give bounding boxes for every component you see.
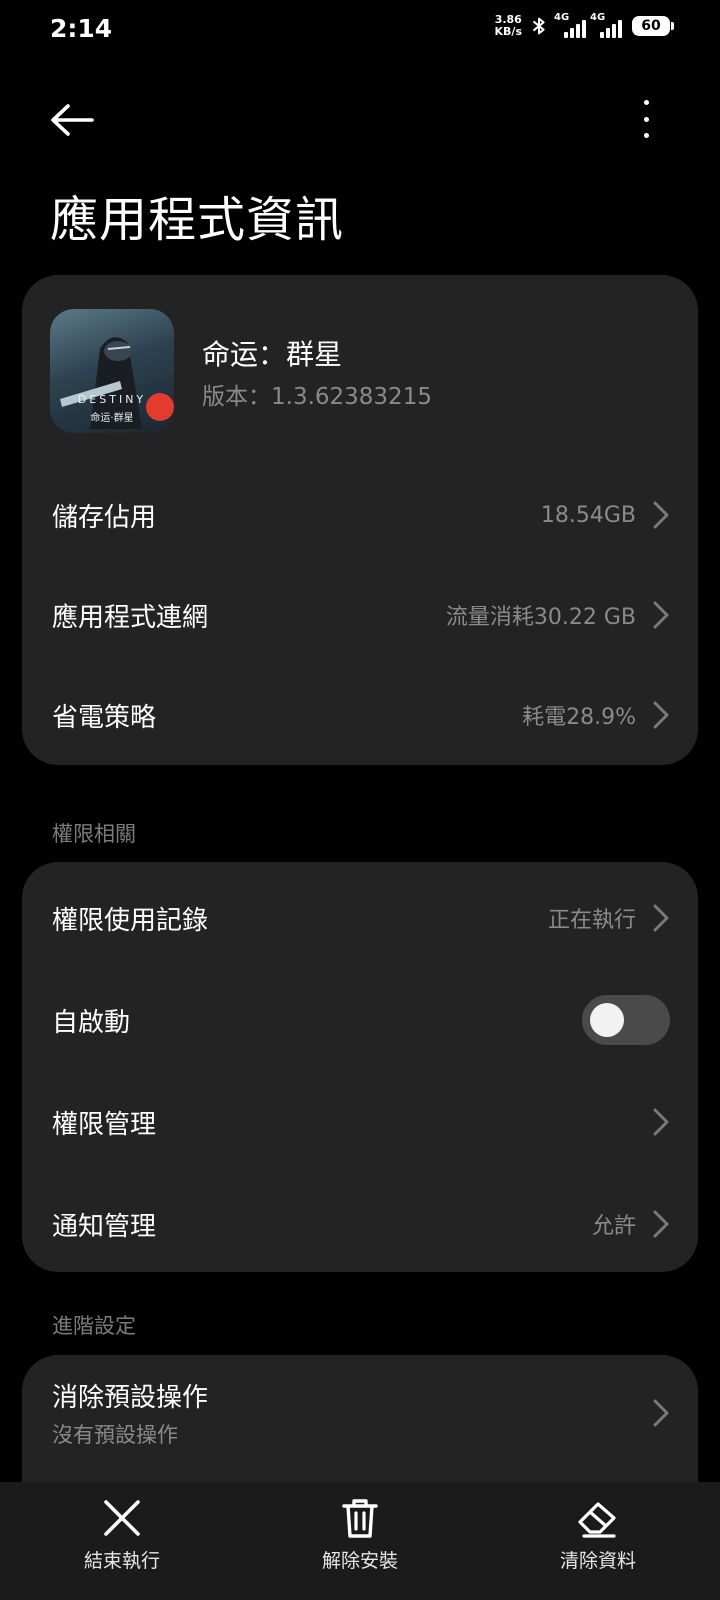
close-icon [104,1500,140,1536]
autostart-toggle[interactable] [582,995,670,1045]
app-icon-text: DESTINY [77,393,147,406]
status-time: 2:14 [50,14,113,43]
battery-saver-value: 耗電28.9% [522,705,636,730]
more-vert-icon[interactable] [636,96,656,142]
network-speed: 3.86 KB/s [495,14,522,38]
chevron-right-icon [653,701,669,729]
permission-manage-label: 權限管理 [52,1109,157,1140]
clear-data-button[interactable]: 清除資料 [518,1496,678,1586]
clear-data-label: 清除資料 [559,1550,636,1572]
permission-history-label: 權限使用記錄 [52,905,209,936]
page-title: 應用程式資訊 [50,192,345,248]
storage-label: 儲存佔用 [52,502,157,533]
bluetooth-icon [532,17,545,35]
permissions-heading: 權限相關 [52,822,136,846]
uninstall-button[interactable]: 解除安裝 [280,1496,440,1586]
force-stop-label: 結束執行 [83,1550,160,1572]
eraser-icon [578,1502,616,1538]
chevron-right-icon [653,501,669,529]
clear-defaults-sublabel: 沒有預設操作 [52,1423,178,1447]
signal-2-label: 4G [590,12,606,23]
network-row[interactable]: 應用程式連網 流量消耗30.22 GB [22,565,698,665]
uninstall-label: 解除安裝 [321,1550,398,1572]
battery-saver-label: 省電策略 [52,702,157,733]
network-label: 應用程式連網 [52,602,209,633]
notification-manage-value: 允許 [591,1214,636,1239]
permission-history-value: 正在執行 [547,908,636,933]
autostart-row: 自啟動 [22,970,698,1070]
permission-history-row[interactable]: 權限使用記錄 正在執行 [22,868,698,968]
app-version: 版本：1.3.62383215 [202,384,432,410]
signal-1-label: 4G [554,12,570,23]
arrow-left-icon[interactable] [46,98,98,142]
bottom-action-bar: 結束執行 解除安裝 清除資料 [0,1482,720,1600]
storage-value: 18.54GB [540,502,636,528]
trash-icon [342,1499,378,1538]
battery-saver-row[interactable]: 省電策略 耗電28.9% [22,665,698,765]
notification-manage-label: 通知管理 [52,1211,157,1242]
top-app-bar [0,90,720,150]
toggle-knob [590,1003,624,1037]
force-stop-button[interactable]: 結束執行 [42,1496,202,1586]
chevron-right-icon [653,1108,669,1136]
chevron-right-icon [653,1399,669,1427]
app-icon: DESTINY 命运·群星 [50,309,174,433]
app-info-card: DESTINY 命运·群星 命运：群星 版本：1.3.62383215 儲存佔用… [22,275,698,765]
clear-defaults-label: 消除預設操作 [52,1383,209,1413]
status-bar: 2:14 3.86 KB/s 4G 4G 60 [0,0,720,62]
storage-row[interactable]: 儲存佔用 18.54GB [22,465,698,565]
notification-manage-row[interactable]: 通知管理 允許 [22,1174,698,1274]
signal-strength-1-icon: 4G [554,12,586,38]
permission-manage-row[interactable]: 權限管理 [22,1072,698,1172]
chevron-right-icon [653,1210,669,1238]
autostart-label: 自啟動 [52,1007,131,1038]
app-name: 命运：群星 [202,338,343,371]
app-icon-subtext: 命运·群星 [90,413,134,424]
chevron-right-icon [653,601,669,629]
status-icons: 3.86 KB/s 4G 4G 60 [495,12,674,38]
clear-defaults-row[interactable]: 消除預設操作 沒有預設操作 [22,1355,698,1471]
advanced-heading: 進階設定 [52,1314,136,1338]
chevron-right-icon [653,904,669,932]
permissions-card: 權限使用記錄 正在執行 自啟動 權限管理 通知管理 允許 [22,862,698,1272]
battery-icon: 60 [632,16,674,36]
network-speed-unit: KB/s [494,25,522,38]
signal-strength-2-icon: 4G [590,12,622,38]
network-value: 流量消耗30.22 GB [445,605,636,630]
